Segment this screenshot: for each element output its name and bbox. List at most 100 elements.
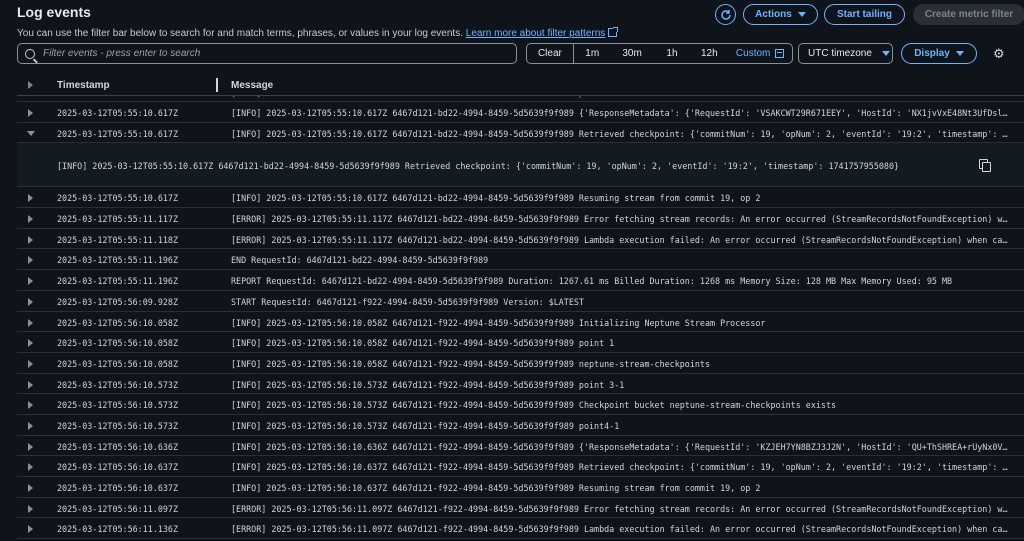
table-row[interactable]: 2025-03-12T05:55:10.617Z [INFO] 2025-03-1… [17, 102, 1024, 123]
row-message: [INFO] 2025-03-12T05:56:10.637Z 6467d121… [231, 483, 761, 493]
refresh-button[interactable] [715, 4, 736, 25]
row-message: REPORT RequestId: 6467d121-bd22-4994-845… [231, 276, 953, 287]
column-header-timestamp[interactable]: Timestamp [57, 80, 110, 91]
table-row[interactable]: 2025-03-12T05:56:10.058Z [INFO] 2025-03-1… [17, 332, 1024, 353]
actions-label: Actions [755, 9, 792, 20]
table-header: Timestamp Message [17, 74, 1024, 96]
row-message: [INFO] 2025-03-12T05:55:10.617Z 6467d121… [231, 108, 1011, 118]
row-timestamp: 2025-03-12T05:55:11.196Z [57, 276, 179, 287]
display-button[interactable]: Display [901, 43, 977, 64]
filter-input[interactable] [43, 48, 503, 59]
row-timestamp: 2025-03-12T05:55:10.617Z [57, 128, 179, 139]
row-timestamp: 2025-03-12T05:55:10.617Z [57, 193, 179, 204]
page-title: Log events [17, 4, 91, 20]
row-message: [INFO] 2025-03-12T05:56:10.573Z 6467d121… [231, 400, 837, 411]
row-message: [INFO] 2025-03-12T05:56:10.058Z 6467d121… [231, 317, 766, 328]
table-row[interactable]: 2025-03-12T05:56:10.637Z [INFO] 2025-03-1… [17, 456, 1024, 477]
caret-right-icon[interactable] [28, 109, 33, 117]
row-message: [INFO] 2025-03-12T05:56:10.058Z 6467d121… [231, 338, 615, 349]
calendar-icon [775, 49, 785, 58]
caret-right-icon[interactable] [28, 484, 33, 492]
gear-icon[interactable]: ⚙ [993, 47, 1005, 60]
row-timestamp: 2025-03-12T05:56:10.058Z [57, 317, 179, 328]
table-row[interactable]: 2025-03-12T05:56:10.573Z [INFO] 2025-03-1… [17, 394, 1024, 415]
caret-right-icon[interactable] [28, 339, 33, 348]
caret-right-icon[interactable] [28, 318, 33, 327]
time-30m-option[interactable]: 30m [611, 44, 654, 63]
caret-right-icon[interactable] [28, 525, 33, 534]
row-timestamp: 2025-03-12T05:56:11.097Z [57, 503, 179, 514]
row-message: [INFO] 2025-03-12T05:56:10.573Z 6467d121… [231, 379, 625, 390]
caret-right-icon[interactable] [28, 380, 33, 389]
table-row[interactable]: 2025-03-12T05:56:10.058Z [INFO] 2025-03-1… [17, 312, 1024, 333]
caret-down-icon[interactable] [27, 130, 35, 136]
table-row[interactable]: 2025-03-12T05:55:11.118Z [ERROR] 2025-03-… [17, 229, 1024, 250]
row-message: [INFO] 2025-03-12T05:56:10.637Z 6467d121… [231, 462, 1011, 473]
caret-right-icon[interactable] [28, 235, 33, 244]
clear-time-button[interactable]: Clear [527, 44, 574, 63]
learn-more-link[interactable]: Learn more about filter patterns [466, 28, 606, 39]
table-row[interactable]: 2025-03-12T05:55:11.196Z REPORT RequestId… [17, 270, 1024, 291]
table-row[interactable]: 2025-03-12T05:56:11.136Z [ERROR] 2025-03-… [17, 518, 1024, 540]
page-description: You can use the filter bar below to sear… [17, 27, 619, 40]
row-timestamp: 2025-03-12T05:55:11.117Z [57, 214, 179, 225]
time-12h-option[interactable]: 12h [690, 44, 728, 63]
search-icon [25, 48, 35, 59]
refresh-icon [720, 9, 731, 20]
caret-right-icon[interactable] [28, 297, 33, 306]
table-row[interactable]: 2025-03-12T05:55:11.117Z [ERROR] 2025-03-… [17, 208, 1024, 229]
expand-all-icon[interactable] [28, 81, 33, 89]
time-range-selector: Clear 1m 30m 1h 12h Custom [526, 43, 793, 64]
table-row[interactable]: 2025-03-12T05:55:10.617Z [INFO] 2025-03-1… [17, 187, 1024, 209]
caret-right-icon[interactable] [28, 359, 33, 368]
row-timestamp: 2025-03-12T05:56:10.573Z [57, 420, 179, 431]
copy-icon[interactable] [979, 159, 991, 173]
row-timestamp: 2025-03-12T05:56:10.058Z [57, 338, 179, 349]
caret-right-icon[interactable] [28, 194, 33, 203]
caret-down-icon [881, 51, 890, 56]
table-row[interactable]: 2025-03-12T05:56:11.097Z [ERROR] 2025-03-… [17, 498, 1024, 519]
table-row[interactable]: 2025-03-12T05:56:10.573Z [INFO] 2025-03-1… [17, 374, 1024, 395]
create-metric-filter-button[interactable]: Create metric filter [913, 4, 1024, 25]
row-timestamp: 2025-03-12T05:56:09.928Z [57, 296, 179, 307]
column-resizer[interactable] [216, 78, 218, 92]
detail-text: [INFO] 2025-03-12T05:55:10.617Z 6467d121… [57, 161, 900, 172]
row-message: [INFO] 2025-03-12T05:56:10.636Z 6467d121… [231, 441, 1011, 452]
start-tailing-button[interactable]: Start tailing [824, 4, 905, 25]
column-header-message[interactable]: Message [231, 80, 273, 91]
caret-right-icon[interactable] [28, 401, 33, 410]
caret-right-icon[interactable] [28, 256, 33, 265]
table-row[interactable]: 2025-03-12T05:56:10.637Z [INFO] 2025-03-1… [17, 477, 1024, 498]
table-row[interactable]: 2025-03-12T05:56:10.636Z [INFO] 2025-03-1… [17, 436, 1024, 457]
row-message: [ERROR] 2025-03-12T05:56:11.097Z 6467d12… [231, 503, 1011, 514]
actions-button[interactable]: Actions [743, 4, 818, 25]
time-1m-option[interactable]: 1m [574, 44, 611, 63]
table-row[interactable]: 2025-03-12T05:56:10.573Z [INFO] 2025-03-1… [17, 415, 1024, 436]
caret-right-icon[interactable] [28, 442, 33, 451]
table-row[interactable]: 2025-03-12T05:55:10.617Z [INFO] 2025-03-1… [17, 123, 1024, 144]
table-row[interactable]: 2025-03-12T05:56:10.058Z [INFO] 2025-03-1… [17, 353, 1024, 374]
caret-down-icon [797, 12, 806, 17]
table-row[interactable]: 2025-03-12T05:56:09.928Z START RequestId:… [17, 291, 1024, 312]
expanded-log-detail: [INFO] 2025-03-12T05:55:10.617Z 6467d121… [17, 143, 1024, 188]
caret-right-icon[interactable] [28, 463, 33, 472]
time-custom-option[interactable]: Custom [728, 44, 792, 63]
time-1h-option[interactable]: 1h [654, 44, 691, 63]
timezone-select[interactable]: UTC timezone [798, 43, 893, 64]
description-text: You can use the filter bar below to sear… [17, 28, 463, 39]
row-timestamp: 2025-03-12T05:55:11.196Z [57, 255, 179, 266]
caret-down-icon [955, 51, 964, 56]
row-message: [INFO] 2025-03-12T05:55:10.617Z 6467d121… [231, 128, 1011, 139]
row-timestamp: 2025-03-12T05:55:10.617Z [57, 108, 179, 118]
caret-right-icon[interactable] [28, 277, 33, 286]
timezone-value: UTC timezone [808, 48, 872, 59]
display-label: Display [914, 48, 950, 59]
row-message: [ERROR] 2025-03-12T05:56:11.097Z 6467d12… [231, 524, 1011, 535]
log-rows: 2025-03-12T05:55:10.571Z [INFO] 2025-03-… [17, 88, 1024, 540]
table-row[interactable]: 2025-03-12T05:55:11.196Z END RequestId: 6… [17, 249, 1024, 271]
caret-right-icon[interactable] [28, 504, 33, 513]
caret-right-icon[interactable] [28, 421, 33, 430]
filter-bar[interactable] [17, 43, 517, 64]
caret-right-icon[interactable] [28, 215, 33, 224]
row-timestamp: 2025-03-12T05:56:11.136Z [57, 524, 179, 535]
